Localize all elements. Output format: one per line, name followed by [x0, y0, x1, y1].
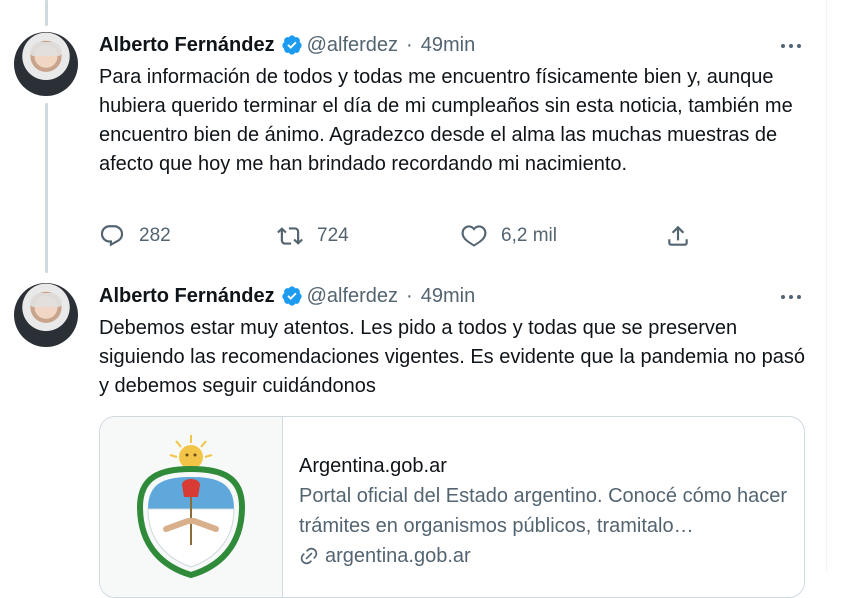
retweet-count: 724 — [317, 225, 349, 246]
avatar[interactable] — [14, 32, 78, 96]
timeline-border — [826, 0, 827, 571]
coat-of-arms-icon — [136, 435, 246, 579]
more-dot-icon — [789, 44, 793, 48]
author-name[interactable]: Alberto Fernández — [99, 34, 275, 57]
retweet-button[interactable]: 724 — [277, 223, 349, 249]
tweet-1[interactable]: Alberto Fernández @alferdez · 49min Para… — [0, 0, 826, 270]
tweet-actions: 282 724 6,2 mil — [99, 223, 699, 249]
like-button[interactable]: 6,2 mil — [461, 223, 557, 249]
card-image-coat-of-arms — [100, 417, 283, 597]
verified-badge-icon — [281, 286, 302, 306]
avatar[interactable] — [14, 283, 78, 347]
reply-button[interactable]: 282 — [99, 223, 171, 249]
timestamp[interactable]: 49min — [421, 285, 475, 308]
author-handle[interactable]: @alferdez — [307, 285, 398, 308]
reply-icon — [100, 225, 124, 247]
author-handle[interactable]: @alferdez — [307, 34, 398, 57]
more-dot-icon — [781, 44, 785, 48]
separator-dot: · — [406, 284, 413, 307]
author-name[interactable]: Alberto Fernández — [99, 285, 275, 308]
more-dot-icon — [797, 295, 801, 299]
tweet-text: Debemos estar muy atentos. Les pido a to… — [99, 317, 806, 397]
card-link[interactable]: argentina.gob.ar — [299, 541, 789, 571]
timestamp[interactable]: 49min — [421, 34, 475, 57]
more-dot-icon — [789, 295, 793, 299]
link-icon — [300, 547, 318, 565]
separator-dot: · — [406, 33, 413, 56]
share-icon — [668, 225, 688, 246]
more-dot-icon — [781, 295, 785, 299]
more-options-button[interactable] — [778, 287, 804, 307]
tweet-header: Alberto Fernández @alferdez · 49min — [99, 32, 475, 58]
card-title: Argentina.gob.ar — [299, 455, 447, 477]
card-link-text: argentina.gob.ar — [325, 545, 471, 567]
reply-count: 282 — [139, 225, 171, 246]
more-dot-icon — [797, 44, 801, 48]
share-button[interactable] — [665, 223, 691, 249]
verified-badge-icon — [281, 35, 302, 55]
retweet-icon — [277, 227, 303, 245]
more-options-button[interactable] — [778, 36, 804, 56]
like-icon — [461, 225, 487, 247]
card-description: Portal oficial del Estado argentino. Con… — [299, 485, 788, 537]
like-count: 6,2 mil — [501, 225, 557, 246]
tweet-header: Alberto Fernández @alferdez · 49min — [99, 283, 475, 309]
tweet-text: Para información de todos y todas me enc… — [99, 66, 793, 175]
card-body: Argentina.gob.ar Portal oficial del Esta… — [299, 451, 789, 571]
